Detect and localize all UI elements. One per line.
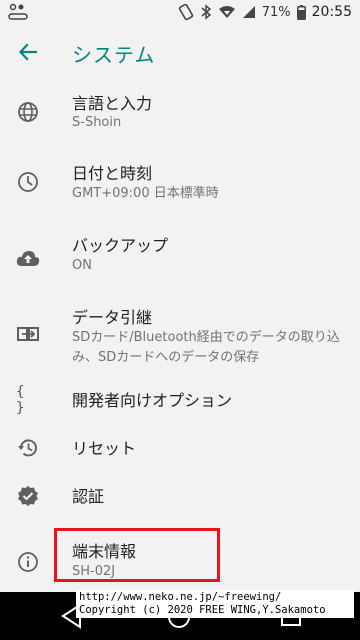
list-item-title: 日付と時刻: [72, 164, 153, 183]
list-item-developer-options[interactable]: { } 開発者向けオプション: [0, 376, 360, 424]
data-transfer-icon: [16, 322, 40, 346]
list-item-title: データ引継: [72, 308, 153, 327]
info-icon: [16, 550, 40, 574]
signal-icon: [242, 6, 255, 18]
bluetooth-icon: [201, 4, 211, 20]
battery-percent: 71%: [261, 4, 291, 20]
list-item-subtitle: S-Shoin: [72, 115, 122, 130]
watermark-url: http://www.neko.ne.jp/~freewing/: [79, 591, 282, 603]
status-right-icons: 71% 20:55: [178, 0, 352, 24]
page-title: システム: [72, 43, 156, 67]
wifi-icon: [218, 6, 235, 18]
list-item-certification[interactable]: 認証: [0, 472, 360, 522]
list-item-title: 開発者向けオプション: [72, 391, 233, 410]
list-item-title: 認証: [72, 487, 105, 506]
cloud-upload-icon: [16, 246, 40, 270]
status-left-icons: [8, 3, 30, 21]
restore-icon: [16, 436, 40, 460]
developer-braces-icon: { }: [16, 384, 26, 416]
list-item-subtitle: ON: [72, 258, 92, 273]
list-item-reset[interactable]: リセット: [0, 424, 360, 472]
list-item-data-transfer[interactable]: データ引継 SDカード/Bluetooth経由でのデータの取り込み、SDカードへ…: [0, 290, 360, 376]
watermark-copyright: Copyright (c) 2020 FREE WING,Y.Sakamoto: [79, 604, 326, 616]
list-item-language-input[interactable]: 言語と入力 S-Shoin: [0, 80, 360, 144]
arrow-back-icon: [18, 43, 38, 61]
list-item-title: 言語と入力: [72, 94, 153, 113]
list-item-backup[interactable]: バックアップ ON: [0, 218, 360, 290]
clock-time: 20:55: [311, 4, 352, 20]
list-item-date-time[interactable]: 日付と時刻 GMT+09:00 日本標準時: [0, 144, 360, 218]
status-bar: 71% 20:55: [0, 0, 360, 24]
app-bar: システム: [0, 24, 360, 80]
verified-badge-icon: [16, 484, 40, 508]
back-button[interactable]: [12, 36, 44, 68]
list-item-title: バックアップ: [72, 236, 169, 255]
battery-icon: [296, 4, 306, 20]
highlight-box: [54, 528, 220, 582]
settings-list: 言語と入力 S-Shoin 日付と時刻 GMT+09:00 日本標準時 バックア…: [0, 80, 360, 592]
copyright-watermark: http://www.neko.ne.jp/~freewing/ Copyrig…: [76, 590, 354, 618]
globe-icon: [16, 100, 40, 124]
list-item-subtitle: SDカード/Bluetooth経由でのデータの取り込み、SDカードへのデータの保…: [72, 330, 340, 365]
screen-rotate-icon: [178, 4, 193, 20]
list-item-subtitle: GMT+09:00 日本標準時: [72, 186, 219, 201]
list-item-title: リセット: [72, 439, 137, 458]
clock-icon: [16, 170, 40, 194]
sim-toggle-icon: [8, 3, 28, 20]
